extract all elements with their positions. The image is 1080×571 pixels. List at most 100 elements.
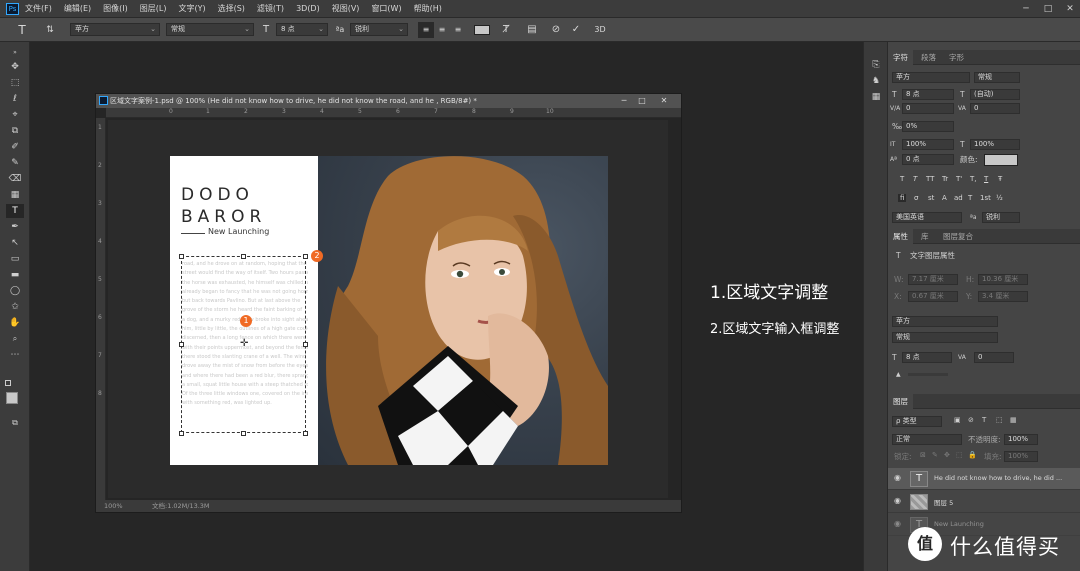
brush-settings-icon[interactable]: ♞ <box>869 74 883 88</box>
menu-window[interactable]: 窗口(W) <box>371 3 401 14</box>
commit-icon[interactable]: ✓ <box>568 22 584 38</box>
lock-pixels-icon[interactable]: ✎ <box>932 451 938 459</box>
text-orientation-icon[interactable]: ⇅ <box>42 22 58 38</box>
faux-bold-button[interactable]: T <box>900 175 904 183</box>
prop-height[interactable]: 10.36 厘米 <box>978 274 1028 285</box>
type-tool-preset-icon[interactable]: T <box>14 22 30 38</box>
prop-slider[interactable] <box>908 373 948 376</box>
bbox-handle[interactable] <box>241 431 246 436</box>
char-leading[interactable]: (自动) <box>970 89 1020 100</box>
tab-layers[interactable]: 图层 <box>888 394 913 409</box>
tab-layer-comps[interactable]: 图层复合 <box>938 229 978 244</box>
gradient-tool-icon[interactable]: ▦ <box>6 188 24 202</box>
character-panel-icon[interactable]: ▤ <box>524 22 540 38</box>
path-select-tool-icon[interactable]: ↖ <box>6 236 24 250</box>
menu-3d[interactable]: 3D(D) <box>296 4 320 13</box>
bbox-handle[interactable] <box>303 431 308 436</box>
char-tracking[interactable]: 0 <box>970 103 1020 114</box>
bbox-handle[interactable] <box>179 431 184 436</box>
prop-font-style[interactable]: 常规 <box>892 332 998 343</box>
ellipse-tool-icon[interactable]: ◯ <box>6 284 24 298</box>
prop-x[interactable]: 0.67 厘米 <box>908 291 958 302</box>
crop-tool-icon[interactable]: ⧉ <box>6 124 24 138</box>
custom-shape-tool-icon[interactable]: ✩ <box>6 300 24 314</box>
cancel-icon[interactable]: ⊘ <box>548 22 564 38</box>
foreground-color-swatch[interactable] <box>6 392 18 404</box>
zoom-tool-icon[interactable]: ⌕ <box>6 332 24 346</box>
lock-position-icon[interactable]: ✥ <box>944 451 950 459</box>
strikethrough-button[interactable]: Ŧ <box>998 175 1002 183</box>
menu-filter[interactable]: 滤镜(T) <box>257 3 284 14</box>
pixel-filter-icon[interactable]: ▣ <box>954 416 961 424</box>
ligatures-button[interactable]: fi <box>898 194 907 202</box>
text-color-swatch[interactable] <box>474 25 490 35</box>
char-font-size[interactable]: 8 点 <box>902 89 954 100</box>
char-antialias[interactable]: 锐利 <box>982 212 1020 223</box>
adjustment-filter-icon[interactable]: ⊘ <box>968 416 974 424</box>
bbox-handle[interactable] <box>303 342 308 347</box>
bbox-handle[interactable] <box>241 254 246 259</box>
char-font-family[interactable]: 苹方 <box>892 72 970 83</box>
history-panel-icon[interactable]: ⎘ <box>869 58 883 72</box>
layer-row[interactable]: ◉ 图层 5 <box>888 491 1080 513</box>
close-icon[interactable]: ✕ <box>1060 0 1080 18</box>
type-tool-icon[interactable]: T <box>6 204 24 218</box>
bbox-handle[interactable] <box>179 342 184 347</box>
visibility-eye-icon[interactable]: ◉ <box>894 496 901 505</box>
prop-width[interactable]: 7.17 厘米 <box>908 274 958 285</box>
char-color-swatch[interactable] <box>984 154 1018 166</box>
maximize-icon[interactable]: □ <box>1038 0 1058 18</box>
horizontal-ruler[interactable]: 0 1 2 3 4 5 6 7 8 9 10 <box>106 108 681 118</box>
swatches-panel-icon[interactable]: ▦ <box>869 90 883 104</box>
layer-filter-type[interactable]: ρ 类型 <box>892 416 942 427</box>
menu-image[interactable]: 图像(I) <box>103 3 128 14</box>
char-baseline-shift[interactable]: 0 点 <box>902 154 954 165</box>
pen-tool-icon[interactable]: ✒ <box>6 220 24 234</box>
ordinals-button[interactable]: 1st <box>980 194 991 202</box>
swash-button[interactable]: A <box>942 194 947 202</box>
font-family-select[interactable]: 苹方 ⌄ <box>70 23 160 36</box>
contextual-button[interactable]: T <box>968 194 972 202</box>
tab-glyphs[interactable]: 字形 <box>944 50 969 65</box>
quick-select-tool-icon[interactable]: ⌖ <box>6 108 24 122</box>
eraser-tool-icon[interactable]: ⌫ <box>6 172 24 186</box>
brush-tool-icon[interactable]: ✎ <box>6 156 24 170</box>
marquee-tool-icon[interactable]: ⬚ <box>6 76 24 90</box>
lock-transparent-icon[interactable]: ⊠ <box>920 451 926 459</box>
visibility-eye-icon[interactable]: ◉ <box>894 473 901 482</box>
swap-colors-icon[interactable] <box>5 380 11 386</box>
all-caps-button[interactable]: TT <box>926 175 934 183</box>
rectangle-tool-icon[interactable]: ▭ <box>6 252 24 266</box>
tab-properties[interactable]: 属性 <box>888 229 913 244</box>
screen-mode-icon[interactable]: ⧉ <box>6 416 24 430</box>
char-language[interactable]: 美国英语 <box>892 212 962 223</box>
menu-view[interactable]: 视图(V) <box>332 3 360 14</box>
underline-button[interactable]: T <box>984 175 988 183</box>
eyedropper-tool-icon[interactable]: ✐ <box>6 140 24 154</box>
opacity-input[interactable]: 100% <box>1004 434 1038 445</box>
shape-filter-icon[interactable]: ⬚ <box>996 416 1003 424</box>
lasso-tool-icon[interactable]: ℓ <box>6 92 24 106</box>
bbox-handle[interactable] <box>303 254 308 259</box>
subscript-button[interactable]: T, <box>970 175 977 183</box>
align-left-icon[interactable]: ≡ <box>418 22 434 38</box>
small-caps-button[interactable]: Tr <box>942 175 948 183</box>
lock-artboard-icon[interactable]: ⬚ <box>956 451 963 459</box>
menu-edit[interactable]: 编辑(E) <box>64 3 91 14</box>
titling-button[interactable]: ad <box>954 194 963 202</box>
type-filter-icon[interactable]: T <box>982 416 986 424</box>
font-style-select[interactable]: 常规 ⌄ <box>166 23 254 36</box>
visibility-eye-icon[interactable]: ◉ <box>894 519 901 528</box>
bbox-handle[interactable] <box>179 254 184 259</box>
tab-character[interactable]: 字符 <box>888 50 913 65</box>
char-font-style[interactable]: 常规 <box>974 72 1020 83</box>
antialias-select[interactable]: 锐利 ⌄ <box>350 23 408 36</box>
stylistic-alt-button[interactable]: st <box>928 194 934 202</box>
align-right-icon[interactable]: ≡ <box>450 22 466 38</box>
char-kerning[interactable]: 0 <box>902 103 954 114</box>
superscript-button[interactable]: T' <box>956 175 962 183</box>
old-style-button[interactable]: σ <box>914 194 918 202</box>
warp-text-icon[interactable]: Ⱦ <box>498 22 514 38</box>
menu-layer[interactable]: 图层(L) <box>140 3 167 14</box>
tab-libraries[interactable]: 库 <box>916 229 934 244</box>
